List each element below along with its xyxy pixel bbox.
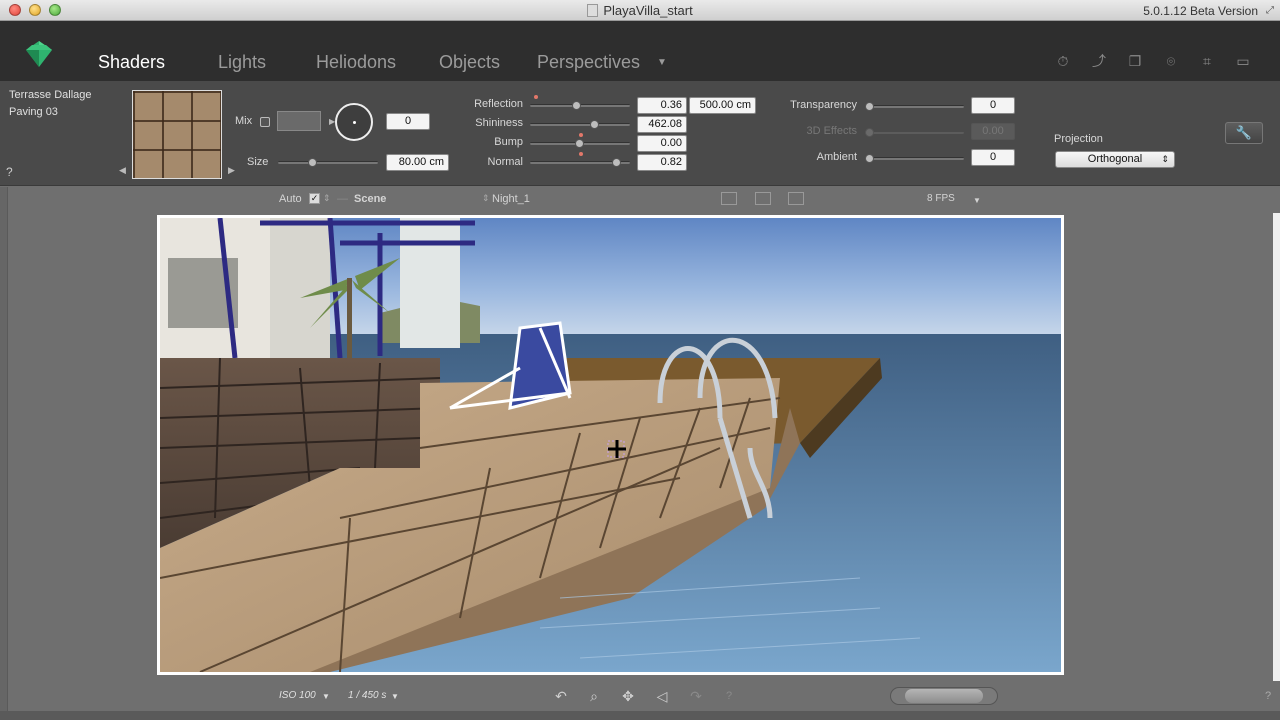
size-label: Size [247,156,269,168]
view-layout-3-icon[interactable] [788,192,804,205]
iso-select[interactable]: ISO 100 [279,690,316,701]
material-name: Terrasse Dallage [9,89,92,101]
fps-label[interactable]: 8 FPS [927,193,955,204]
bump-value-field[interactable]: 0.00 [637,135,687,152]
projection-select[interactable]: Orthogonal ⇕ [1055,151,1175,168]
horizontal-scrollbar[interactable] [890,687,998,705]
perspectives-dropdown-icon[interactable]: ▼ [657,57,667,68]
material-subname: Paving 03 [9,106,58,118]
timer-icon[interactable]: ⏱ [1055,53,1071,69]
camera-icon[interactable]: ⌾ [1163,53,1179,69]
size-value-field[interactable]: 80.00 cm [386,154,449,171]
effects3d-slider [865,128,964,137]
mix-value-field[interactable]: 0 [386,113,430,130]
auto-checkbox[interactable]: ✓ [309,193,320,204]
mix-color-well[interactable] [277,111,321,131]
reflection-marker [534,95,538,99]
left-edge-strip [0,187,8,717]
window-resize-grip[interactable] [0,711,1280,720]
main-tabbar: Shaders Lights Heliodons Objects Perspec… [0,21,1280,81]
normal-label: Normal [487,156,523,168]
ambient-slider[interactable] [865,154,964,163]
projection-label: Projection [1054,133,1103,145]
reflection-slider[interactable] [530,101,630,110]
mix-label: Mix [235,115,253,127]
previous-material-arrow-icon[interactable]: ◀ [119,165,126,176]
document-icon [587,4,599,17]
mix-angle-dial[interactable] [335,103,373,141]
window-titlebar: PlayaVilla_start 5.0.1.12 Beta Version ⤢ [0,0,1280,21]
wrench-icon: 🔧 [1235,125,1253,140]
reflection-distance-field[interactable]: 500.00 cm [689,97,756,114]
window-title-text: PlayaVilla_start [603,3,693,18]
effects3d-label: 3D Effects [806,125,857,137]
crop-icon[interactable]: ⌗ [1199,53,1215,69]
auto-label: Auto [279,193,302,205]
shader-panel: Terrasse Dallage Paving 03 ? ◀ ▶ Mix ▶ 0… [0,81,1280,186]
transparency-value-field[interactable]: 0 [971,97,1015,114]
tab-objects[interactable]: Objects [439,52,500,73]
scene-label[interactable]: Scene [354,193,386,205]
settings-wrench-button[interactable]: 🔧 [1225,122,1263,144]
rotate-icon[interactable]: ↶ [552,687,570,705]
tab-perspectives[interactable]: Perspectives [537,52,640,73]
next-material-arrow-icon[interactable]: ▶ [228,165,235,176]
fps-dropdown-icon[interactable]: ▼ [973,196,981,205]
night-scene-select[interactable]: Night_1 [492,193,530,205]
mix-checkbox[interactable] [260,117,270,127]
normal-value-field[interactable]: 0.82 [637,154,687,171]
shininess-value-field[interactable]: 462.08 [637,116,687,133]
windows-icon[interactable]: ❐ [1127,53,1143,69]
pan-icon[interactable]: ✥ [619,687,637,705]
fullscreen-icon[interactable]: ⤢ [1266,5,1274,16]
normal-slider[interactable] [530,158,630,167]
iso-dropdown-icon[interactable]: ▼ [322,692,330,701]
bump-marker [579,133,583,137]
projection-select-value: Orthogonal [1087,153,1143,165]
normal-marker [579,152,583,156]
auto-stepper-icon[interactable]: ⇕ [323,193,331,204]
redo-icon[interactable]: ↷ [687,687,705,705]
display-icon[interactable]: ▭ [1235,53,1251,69]
size-slider[interactable] [278,158,378,167]
bump-slider[interactable] [530,139,630,148]
transparency-slider[interactable] [865,102,964,111]
tab-lights[interactable]: Lights [218,52,266,73]
scrollbar-thumb[interactable] [905,689,983,703]
select-updown-icon: ⇕ [1161,154,1169,164]
night-stepper-icon[interactable]: ⇕ [482,193,490,204]
tab-heliodons[interactable]: Heliodons [316,52,396,73]
window-title: PlayaVilla_start [0,3,1280,18]
right-edge-strip [1273,213,1280,681]
app-logo-icon [26,41,52,67]
tab-shaders[interactable]: Shaders [98,52,165,73]
help-small-icon[interactable]: ? [720,687,738,705]
shininess-label: Shininess [475,117,523,129]
version-label: 5.0.1.12 Beta Version [1143,4,1258,18]
walk-icon[interactable]: ◁ [653,687,671,705]
zoom-icon[interactable]: ⌕ [585,687,603,705]
ambient-label: Ambient [816,151,857,163]
transparency-label: Transparency [790,99,857,111]
effects3d-value-field: 0.00 [971,123,1015,140]
reflection-value-field[interactable]: 0.36 [637,97,687,114]
view-layout-2-icon[interactable] [755,192,771,205]
render-viewport[interactable] [157,215,1064,675]
shutter-select[interactable]: 1 / 450 s [348,690,386,701]
corner-help-icon[interactable]: ? [1265,690,1271,702]
scene-image [160,218,1061,672]
help-icon[interactable]: ? [6,165,13,179]
bump-label: Bump [494,136,523,148]
reflection-label: Reflection [474,98,523,110]
view-layout-1-icon[interactable] [721,192,737,205]
ambient-value-field[interactable]: 0 [971,149,1015,166]
shutter-dropdown-icon[interactable]: ▼ [391,692,399,701]
material-swatch[interactable] [132,90,222,179]
axis-icon[interactable]: ⤴ [1091,53,1107,69]
shininess-slider[interactable] [530,120,630,129]
scene-dash-icon: — [337,193,348,205]
render-scene[interactable] [160,218,1061,672]
